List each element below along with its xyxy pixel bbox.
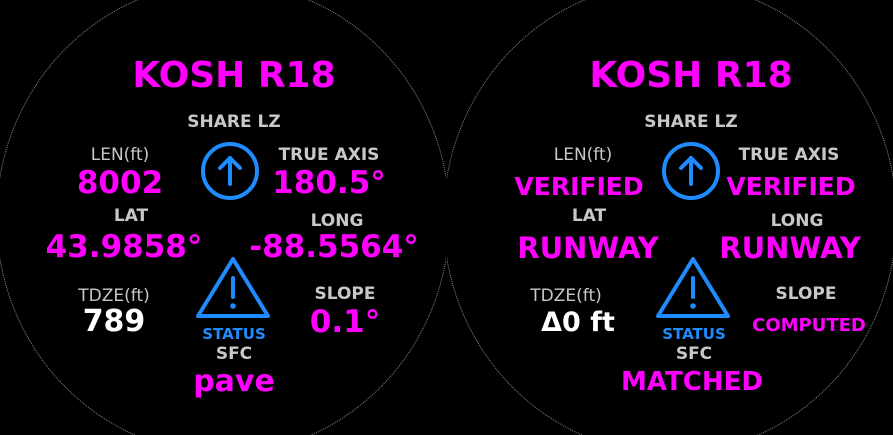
arrow-up-circle-icon <box>201 142 259 200</box>
right-long-value: RUNWAY <box>719 231 861 265</box>
right-tdze-label: TDZE(ft) <box>530 286 602 306</box>
left-slope-label: SLOPE <box>314 284 376 304</box>
left-sfc-label: SFC <box>215 344 253 364</box>
share-button[interactable] <box>199 140 261 202</box>
right-lat-label: LAT <box>571 206 607 226</box>
right-axis-label: TRUE AXIS <box>738 145 840 165</box>
warning-triangle-icon <box>196 257 270 318</box>
right-len-value: VERIFIED <box>514 172 644 201</box>
left-title: KOSH R18 <box>132 55 336 96</box>
left-axis-label: TRUE AXIS <box>278 145 380 165</box>
right-sfc-value: MATCHED <box>621 367 763 397</box>
right-status-label: STATUS <box>662 325 726 343</box>
right-sfc-label: SFC <box>675 344 713 364</box>
right-watch-face: KOSH R18 SHARE LZ LEN(ft) VERIFIED TRUE … <box>447 0 893 435</box>
left-share-label: SHARE LZ <box>187 112 281 132</box>
left-lat-label: LAT <box>113 206 149 226</box>
left-len-label: LEN(ft) <box>90 145 150 165</box>
right-slope-value: COMPUTED <box>752 315 866 336</box>
status-warning[interactable] <box>193 254 273 320</box>
left-tdze-value: 789 <box>82 304 146 339</box>
left-axis-value: 180.5° <box>272 165 386 201</box>
status-warning[interactable] <box>653 254 733 320</box>
right-long-label: LONG <box>770 211 824 231</box>
right-lat-value: RUNWAY <box>517 231 659 265</box>
left-long-label: LONG <box>310 211 364 231</box>
left-tdze-label: TDZE(ft) <box>78 286 150 306</box>
left-len-value: 8002 <box>76 165 164 201</box>
share-button[interactable] <box>660 140 722 202</box>
right-slope-label: SLOPE <box>775 284 837 304</box>
arrow-up-circle-icon <box>662 142 720 200</box>
right-share-label: SHARE LZ <box>644 112 738 132</box>
left-status-label: STATUS <box>202 325 266 343</box>
left-slope-value: 0.1° <box>309 304 381 340</box>
right-title: KOSH R18 <box>589 55 793 96</box>
warning-triangle-icon <box>656 257 730 318</box>
left-watch-face: KOSH R18 SHARE LZ LEN(ft) 8002 TRUE AXIS… <box>0 0 446 435</box>
left-sfc-value: pave <box>193 364 275 399</box>
right-len-label: LEN(ft) <box>553 145 613 165</box>
left-long-value: -88.5564° <box>249 229 419 265</box>
right-tdze-value: Δ0 ft <box>541 307 615 338</box>
right-axis-value: VERIFIED <box>726 172 856 201</box>
left-lat-value: 43.9858° <box>45 229 203 265</box>
